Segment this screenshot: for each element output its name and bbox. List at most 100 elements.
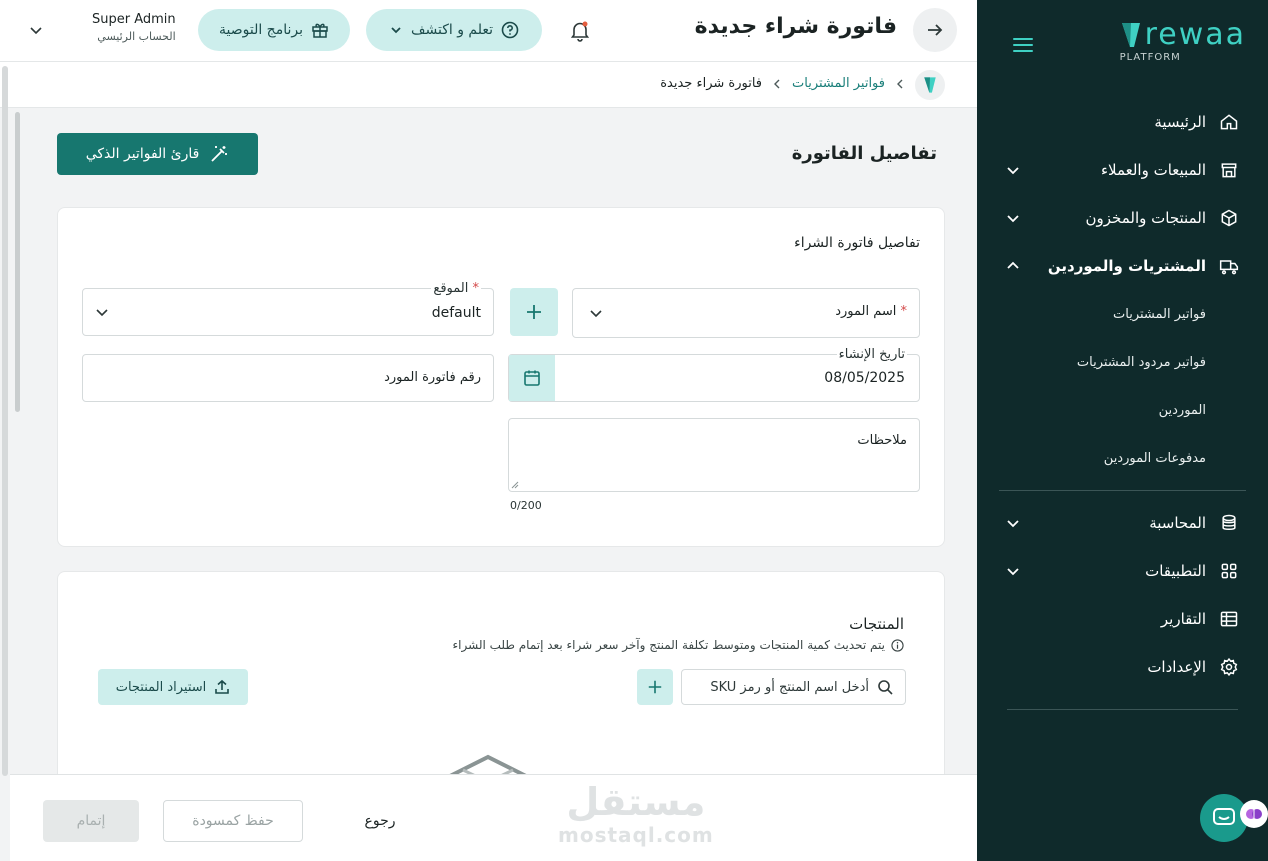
chevron-down-icon [1007, 167, 1019, 175]
breadcrumb: فواتير المشتريات فاتورة شراء جديدة [0, 62, 977, 108]
chevron-down-icon[interactable] [28, 22, 44, 38]
rewaa-logo-mark-icon [1121, 23, 1140, 47]
calendar-button[interactable] [509, 355, 555, 401]
sidebar-item-label: المبيعات والعملاء [1100, 161, 1206, 179]
topbar: فاتورة شراء جديدة تعلم و اكتشف برنامج ال… [0, 0, 977, 62]
add-product-button[interactable] [637, 669, 673, 705]
sidebar-nav: الرئيسية المبيعات والعملاء المنتجات والم… [977, 98, 1268, 710]
location-label: * الموقع [431, 281, 481, 296]
brain-icon[interactable] [1240, 800, 1268, 828]
sidebar-item-label: التقارير [1160, 610, 1206, 628]
complete-button[interactable]: إتمام [43, 800, 139, 842]
sidebar-divider [1007, 709, 1238, 710]
supplier-invoice-number-placeholder: رقم فاتورة المورد [384, 370, 481, 385]
sidebar-item-label: المحاسبة [1149, 514, 1206, 532]
chevron-left-icon [774, 79, 780, 88]
sidebar-subitem-purchase-invoices[interactable]: فواتير المشتريات [977, 290, 1268, 338]
home-icon [1218, 111, 1240, 133]
question-circle-icon [501, 21, 519, 39]
location-select[interactable]: * الموقع default [82, 281, 494, 336]
menu-toggle-icon[interactable] [1013, 38, 1033, 56]
plus-icon [648, 680, 662, 694]
truck-icon [1218, 255, 1240, 277]
date-label: تاريخ الإنشاء [836, 347, 907, 362]
table-icon [1218, 608, 1240, 630]
box-icon [1218, 207, 1240, 229]
rewaa-logo-mark-icon[interactable] [915, 70, 945, 100]
back-button[interactable] [913, 8, 957, 52]
products-title: المنتجات [849, 615, 904, 633]
watermark-arabic: مستقل [566, 780, 706, 824]
chevron-up-icon [1007, 261, 1019, 269]
products-note-text: يتم تحديث كمية المنتجات ومتوسط تكلفة الم… [452, 638, 885, 652]
location-value: default [431, 305, 481, 321]
section-title: تفاصيل الفاتورة [791, 143, 937, 164]
notification-bell-icon[interactable] [570, 20, 590, 42]
sidebar-item-reports[interactable]: التقارير [977, 595, 1268, 643]
page-scrollbar[interactable] [2, 66, 8, 776]
products-note: يتم تحديث كمية المنتجات ومتوسط تكلفة الم… [453, 638, 904, 652]
sidebar: rewaa PLATFORM الرئيسية المبيعات والعملا… [977, 0, 1268, 861]
notes-char-counter: 0/200 [510, 499, 542, 512]
referral-program-button[interactable]: برنامج التوصية [198, 9, 350, 51]
creation-date-field[interactable]: تاريخ الإنشاء 08/05/2025 [508, 347, 920, 402]
user-account[interactable]: Super Admin الحساب الرئيسي [92, 12, 176, 43]
sidebar-item-apps[interactable]: التطبيقات [977, 547, 1268, 595]
smart-invoice-reader-button[interactable]: قارئ الفواتير الذكي [57, 133, 258, 175]
chevron-down-icon [391, 27, 401, 34]
sidebar-subitem-purchase-returns[interactable]: فواتير مردود المشتريات [977, 338, 1268, 386]
learn-explore-button[interactable]: تعلم و اكتشف [366, 9, 542, 51]
calendar-icon [524, 370, 540, 386]
rewaa-logo[interactable]: rewaa PLATFORM [1120, 17, 1246, 64]
sidebar-item-sales[interactable]: المبيعات والعملاء [977, 146, 1268, 194]
date-value: 08/05/2025 [824, 370, 905, 386]
chevron-down-icon [1007, 520, 1019, 528]
chevron-down-icon [1007, 568, 1019, 576]
import-products-button[interactable]: استيراد المنتجات [98, 669, 248, 705]
invoice-details-card: تفاصيل فاتورة الشراء * اسم المورد * المو… [57, 207, 945, 547]
logo-text: rewaa [1144, 17, 1246, 52]
sidebar-item-label: التطبيقات [1145, 562, 1206, 580]
arrow-right-icon [928, 24, 943, 36]
user-name: Super Admin [92, 12, 176, 27]
sidebar-item-settings[interactable]: الإعدادات [977, 643, 1268, 691]
sidebar-item-products[interactable]: المنتجات والمخزون [977, 194, 1268, 242]
grid-icon [1218, 560, 1240, 582]
user-role: الحساب الرئيسي [97, 30, 176, 43]
chevron-left-icon [897, 79, 903, 88]
referral-program-label: برنامج التوصية [219, 22, 303, 38]
notes-textarea[interactable]: ملاحظات [508, 418, 920, 492]
content-scrollbar[interactable] [15, 112, 20, 412]
resize-handle-icon[interactable] [511, 481, 519, 489]
sidebar-item-purchases[interactable]: المشتريات والموردين [977, 242, 1268, 290]
chevron-down-icon [96, 309, 108, 317]
product-search-input[interactable]: أدخل اسم المنتج أو رمز SKU [681, 669, 906, 705]
add-supplier-button[interactable] [510, 288, 558, 336]
upload-icon [215, 679, 230, 694]
gift-icon [312, 23, 328, 38]
breadcrumb-link[interactable]: فواتير المشتريات [792, 76, 885, 91]
save-draft-button[interactable]: حفظ كمسودة [163, 800, 303, 842]
card-title: تفاصيل فاتورة الشراء [794, 235, 920, 251]
sidebar-subitem-supplier-payments[interactable]: مدفوعات الموردين [977, 434, 1268, 482]
back-link-button[interactable]: رجوع [340, 800, 420, 842]
supplier-invoice-number-input[interactable]: رقم فاتورة المورد [82, 354, 494, 402]
sidebar-item-label: الرئيسية [1154, 113, 1206, 131]
smart-invoice-reader-label: قارئ الفواتير الذكي [85, 146, 200, 162]
magic-wand-icon [211, 146, 228, 162]
breadcrumb-current: فاتورة شراء جديدة [660, 76, 762, 91]
notes-placeholder: ملاحظات [857, 433, 907, 448]
info-icon [891, 638, 904, 652]
supplier-label: * اسم المورد [835, 304, 907, 319]
sidebar-item-home[interactable]: الرئيسية [977, 98, 1268, 146]
store-icon [1218, 159, 1240, 181]
sidebar-item-label: المشتريات والموردين [1047, 257, 1206, 275]
product-search-placeholder: أدخل اسم المنتج أو رمز SKU [710, 679, 869, 695]
sidebar-subitem-suppliers[interactable]: الموردين [977, 386, 1268, 434]
supplier-select[interactable]: * اسم المورد [572, 288, 920, 338]
plus-icon [527, 305, 541, 319]
form-footer: مستقل mostaql.com رجوع حفظ كمسودة إتمام [10, 774, 977, 861]
chevron-down-icon [590, 310, 602, 318]
page-title: فاتورة شراء جديدة [694, 14, 897, 39]
sidebar-item-accounting[interactable]: المحاسبة [977, 499, 1268, 547]
